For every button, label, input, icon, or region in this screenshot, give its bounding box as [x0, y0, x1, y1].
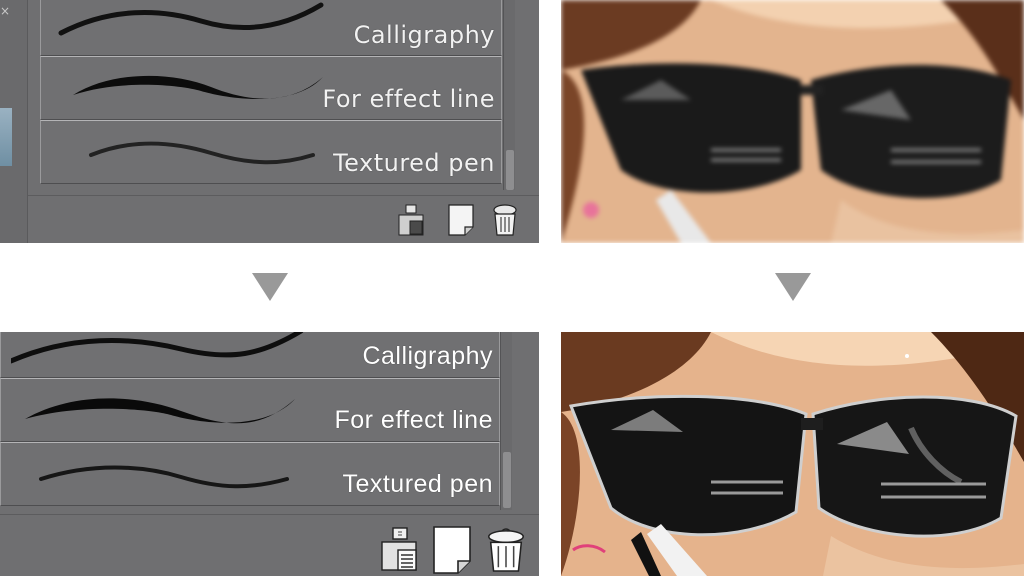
new-page-icon[interactable]: [446, 202, 476, 238]
tool-strip: ×: [0, 0, 28, 243]
portrait-sunglasses-after: [561, 332, 1024, 576]
brush-label: Textured pen: [333, 149, 495, 177]
brush-settings-icon[interactable]: [378, 525, 422, 575]
portrait-sunglasses-before: [561, 0, 1024, 243]
brush-toolbar: [28, 195, 539, 243]
selected-tool-tile[interactable]: [0, 108, 12, 166]
down-arrow-icon: [775, 273, 811, 301]
brush-item-textured-pen[interactable]: Textured pen: [0, 442, 500, 506]
brush-label: For effect line: [322, 85, 495, 113]
effect-line-stroke-preview: [73, 75, 323, 99]
new-page-icon[interactable]: [430, 525, 474, 575]
scrollbar-thumb[interactable]: [503, 452, 511, 508]
brush-panel-after: Calligraphy For effect line Textured pen: [0, 332, 539, 576]
brush-item-textured-pen[interactable]: Textured pen: [40, 120, 502, 184]
calligraphy-stroke-preview: [11, 332, 304, 364]
brush-item-calligraphy[interactable]: Calligraphy: [0, 332, 500, 378]
brush-item-effect-line[interactable]: For effect line: [40, 56, 502, 120]
close-icon[interactable]: ×: [0, 4, 10, 18]
brush-label: Calligraphy: [362, 342, 493, 370]
brush-toolbar: [0, 514, 539, 576]
brush-label: For effect line: [334, 406, 493, 434]
brush-list: Calligraphy For effect line Textured pen: [40, 0, 502, 184]
textured-pen-stroke-preview: [89, 141, 315, 165]
textured-pen-stroke-preview: [39, 465, 289, 489]
brush-label: Calligraphy: [353, 21, 495, 49]
scrollbar-thumb[interactable]: [506, 150, 514, 190]
brush-item-effect-line[interactable]: For effect line: [0, 378, 500, 442]
brush-list-scrollbar[interactable]: [503, 0, 515, 190]
down-arrow-icon: [252, 273, 288, 301]
brush-list-scrollbar[interactable]: [500, 332, 512, 510]
effect-line-stroke-preview: [25, 398, 295, 424]
trash-icon[interactable]: [490, 202, 520, 238]
brush-item-calligraphy[interactable]: Calligraphy: [40, 0, 502, 56]
brush-list: Calligraphy For effect line Textured pen: [0, 332, 500, 506]
calligraphy-stroke-preview: [58, 2, 324, 36]
trash-icon[interactable]: [484, 525, 528, 575]
brush-label: Textured pen: [342, 470, 493, 498]
brush-settings-icon[interactable]: [396, 202, 426, 238]
brush-panel-before: × Calligraphy For effect line Textured p…: [0, 0, 539, 243]
